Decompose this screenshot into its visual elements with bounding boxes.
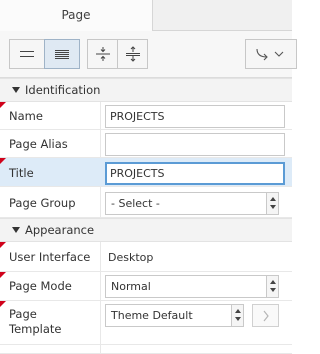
go-to-template-button[interactable] bbox=[252, 304, 279, 327]
page-mode-select[interactable]: Normal bbox=[105, 275, 279, 298]
select-arrows-icon bbox=[266, 193, 278, 214]
expand-all-button[interactable] bbox=[117, 39, 148, 69]
column-divider bbox=[100, 272, 101, 300]
page-template-label: Page Template bbox=[9, 307, 62, 336]
page-group-value: - Select - bbox=[111, 197, 160, 210]
compact-density-icon bbox=[55, 50, 69, 59]
page-group-label: Page Group bbox=[9, 196, 76, 210]
go-to-menu-button[interactable] bbox=[245, 39, 297, 69]
property-toolbar bbox=[0, 31, 297, 78]
column-divider bbox=[100, 130, 101, 157]
required-marker-icon bbox=[0, 158, 6, 164]
tab-bar: Page bbox=[0, 0, 292, 32]
section-title: Appearance bbox=[25, 223, 95, 237]
title-input[interactable]: PROJECTS bbox=[105, 162, 285, 185]
section-appearance[interactable]: Appearance bbox=[0, 218, 292, 242]
page-template-select[interactable]: Theme Default bbox=[105, 304, 244, 327]
page-alias-label: Page Alias bbox=[9, 137, 68, 151]
row-partial bbox=[0, 345, 292, 354]
column-divider bbox=[100, 301, 101, 344]
row-page-template: Page Template Theme Default bbox=[0, 301, 292, 345]
tab-page[interactable]: Page bbox=[0, 0, 153, 32]
page-group-select[interactable]: - Select - bbox=[105, 192, 279, 215]
name-label: Name bbox=[9, 109, 43, 123]
collapse-all-button[interactable] bbox=[87, 39, 118, 69]
column-divider bbox=[100, 102, 101, 129]
select-arrows-icon bbox=[231, 305, 243, 326]
page-alias-input[interactable] bbox=[105, 133, 285, 156]
row-page-mode: Page Mode Normal bbox=[0, 272, 292, 301]
required-marker-icon bbox=[0, 301, 6, 307]
tab-page-label: Page bbox=[61, 8, 91, 22]
page-mode-value: Normal bbox=[111, 280, 151, 293]
chevron-right-icon bbox=[263, 310, 269, 321]
column-divider bbox=[100, 187, 101, 217]
select-arrows-icon bbox=[266, 276, 278, 297]
collapse-triangle-icon bbox=[12, 87, 20, 93]
normal-density-icon bbox=[20, 51, 34, 57]
row-title: Title PROJECTS bbox=[0, 158, 292, 187]
row-name: Name PROJECTS bbox=[0, 102, 292, 130]
title-label: Title bbox=[9, 166, 34, 180]
compact-density-button[interactable] bbox=[44, 39, 80, 69]
row-page-group: Page Group - Select - bbox=[0, 187, 292, 218]
page-mode-label: Page Mode bbox=[9, 279, 72, 293]
section-title: Identification bbox=[25, 83, 101, 97]
normal-density-button[interactable] bbox=[9, 39, 45, 69]
user-interface-value: Desktop bbox=[108, 251, 154, 264]
required-marker-icon bbox=[0, 242, 6, 248]
column-divider bbox=[100, 345, 101, 353]
required-marker-icon bbox=[0, 272, 6, 278]
column-divider bbox=[100, 242, 101, 271]
row-user-interface: User Interface Desktop bbox=[0, 242, 292, 272]
required-marker-icon bbox=[0, 102, 6, 108]
page-template-value: Theme Default bbox=[111, 309, 193, 322]
row-page-alias: Page Alias bbox=[0, 130, 292, 158]
collapse-all-icon bbox=[95, 47, 110, 61]
name-input[interactable]: PROJECTS bbox=[105, 105, 285, 128]
user-interface-label: User Interface bbox=[9, 250, 91, 264]
expand-all-icon bbox=[125, 46, 140, 62]
section-identification[interactable]: Identification bbox=[0, 78, 292, 102]
go-to-menu-icon bbox=[256, 48, 284, 61]
collapse-triangle-icon bbox=[12, 227, 20, 233]
